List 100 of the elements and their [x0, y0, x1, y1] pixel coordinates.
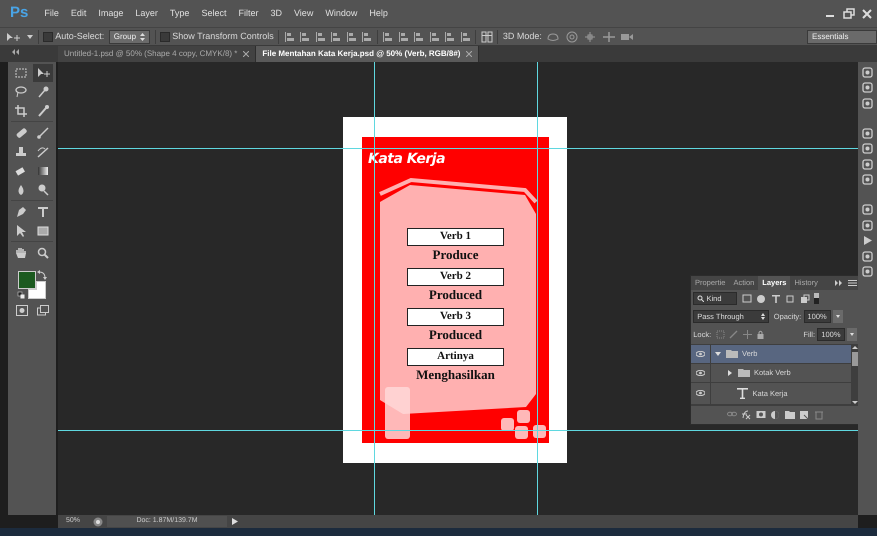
- stepper-icon: [761, 312, 766, 320]
- eye-icon[interactable]: [696, 390, 705, 396]
- checkbox[interactable]: [160, 32, 170, 42]
- distribute-icon[interactable]: [382, 30, 394, 42]
- effects-icon[interactable]: [741, 410, 751, 420]
- roll-icon[interactable]: [564, 30, 579, 42]
- menu-item[interactable]: View: [288, 6, 320, 20]
- default-colors-icon[interactable]: [18, 292, 24, 299]
- menu-item[interactable]: Type: [164, 6, 196, 20]
- scroll-down-icon[interactable]: [852, 400, 858, 405]
- menu-item[interactable]: 3D: [264, 6, 288, 20]
- align-icon[interactable]: [314, 30, 326, 42]
- collapsed-triangle-icon[interactable]: [727, 370, 733, 376]
- checkbox-label: Show Transform Controls: [172, 30, 274, 43]
- shape-filter-icon[interactable]: [785, 294, 796, 304]
- screen-mode-icon[interactable]: [36, 304, 48, 316]
- label-box: Verb 1: [407, 228, 504, 246]
- rectangle-icon: [36, 224, 50, 238]
- align-icon[interactable]: [361, 30, 372, 42]
- zoom-icon: [36, 246, 50, 260]
- eye-icon[interactable]: [696, 350, 705, 357]
- smart-filter-icon[interactable]: [800, 294, 810, 304]
- adjustment-filter-icon[interactable]: [756, 294, 766, 304]
- document-tab[interactable]: File Mentahan Kata Kerja.psd @ 50% (Verb, RGB/8#): [256, 46, 480, 62]
- type-layer-icon: [737, 388, 748, 399]
- padlock-icon[interactable]: [756, 330, 766, 340]
- panel-menu-icon[interactable]: [848, 280, 857, 286]
- value-text: Produced: [428, 286, 482, 303]
- menu-item[interactable]: Edit: [64, 6, 92, 20]
- pan-icon[interactable]: [583, 30, 598, 42]
- quick-mask-icon[interactable]: [16, 304, 28, 316]
- mask-icon[interactable]: [756, 410, 766, 420]
- value-text: Produce: [432, 246, 478, 263]
- brush-icon: [36, 126, 50, 140]
- tool-button[interactable]: [33, 64, 54, 82]
- align-icon[interactable]: [330, 30, 342, 42]
- orbit-icon[interactable]: [546, 30, 560, 42]
- checkbox-label: Auto-Select:: [55, 30, 104, 43]
- brush-icon: [36, 145, 50, 160]
- distribute-icon[interactable]: [413, 30, 424, 42]
- dropdown-icon[interactable]: [846, 328, 857, 342]
- dodge-icon: [36, 183, 50, 198]
- folder-icon: [726, 349, 738, 358]
- caret-icon[interactable]: [27, 34, 33, 40]
- menu-item[interactable]: Image: [92, 6, 130, 20]
- menu-item[interactable]: Layer: [129, 6, 164, 20]
- filter-toggle-icon[interactable]: [814, 293, 820, 304]
- folder-icon: [738, 368, 750, 378]
- expanded-triangle-icon[interactable]: [715, 350, 721, 357]
- eye-icon[interactable]: [696, 370, 705, 376]
- distribute-icon[interactable]: [460, 30, 471, 42]
- share-icon[interactable]: [92, 516, 102, 526]
- dropdown-icon[interactable]: [832, 310, 843, 323]
- search-icon: [697, 295, 704, 302]
- menu-item[interactable]: Window: [319, 6, 364, 20]
- background-swatch[interactable]: [28, 281, 46, 300]
- folder-icon[interactable]: [784, 410, 794, 420]
- play-icon[interactable]: [862, 235, 873, 246]
- document-tab[interactable]: Untitled-1.psd @ 50% (Shape 4 copy, CMYK/8) *: [58, 46, 256, 62]
- close-icon[interactable]: [466, 51, 472, 57]
- value-text: Menghasilkan: [416, 366, 495, 383]
- crop-icon: [14, 104, 28, 118]
- type-icon: [36, 205, 50, 220]
- foreground-swatch[interactable]: [18, 271, 36, 290]
- move-tool-icon[interactable]: [4, 32, 22, 42]
- restore-icon[interactable]: [840, 6, 856, 20]
- menu-item[interactable]: File: [38, 6, 65, 20]
- align-icon[interactable]: [284, 30, 295, 42]
- slide-icon[interactable]: [602, 30, 616, 42]
- app-logo: Ps: [9, 3, 30, 24]
- distribute-icon[interactable]: [428, 30, 440, 42]
- type-filter-icon[interactable]: [770, 294, 781, 304]
- auto-align-icon[interactable]: [480, 30, 493, 42]
- expand-icon[interactable]: [835, 280, 844, 286]
- distribute-icon[interactable]: [444, 30, 456, 42]
- dropper-icon: [36, 104, 50, 118]
- close-icon[interactable]: [243, 51, 250, 57]
- align-icon[interactable]: [346, 30, 357, 42]
- play-icon[interactable]: [232, 518, 238, 525]
- swap-icon[interactable]: [37, 270, 47, 280]
- new-layer-icon[interactable]: [799, 410, 809, 420]
- hand-icon: [14, 246, 28, 260]
- target-dropdown[interactable]: Group: [108, 30, 150, 44]
- scroll-thumb[interactable]: [852, 352, 858, 366]
- workspace-dropdown[interactable]: Essentials: [807, 30, 877, 44]
- label-box: Artinya: [407, 348, 504, 366]
- image-filter-icon[interactable]: [742, 294, 752, 304]
- dashed-rectangle-icon: [14, 66, 28, 80]
- collapse-icon[interactable]: [10, 49, 20, 55]
- menu-item[interactable]: Filter: [232, 6, 264, 20]
- checkbox[interactable]: [43, 32, 53, 42]
- menu-item[interactable]: Select: [195, 6, 232, 20]
- adjustment-icon[interactable]: [770, 410, 780, 420]
- wand-icon: [36, 85, 50, 100]
- label-box: Verb 3: [407, 308, 504, 326]
- menu-item[interactable]: Help: [363, 6, 394, 20]
- tab-label: Untitled-1.psd @ 50% (Shape 4 copy, CMYK/8) *: [64, 48, 238, 60]
- mode-label: 3D Mode:: [502, 30, 542, 43]
- distribute-icon[interactable]: [398, 30, 409, 42]
- align-icon[interactable]: [299, 30, 310, 42]
